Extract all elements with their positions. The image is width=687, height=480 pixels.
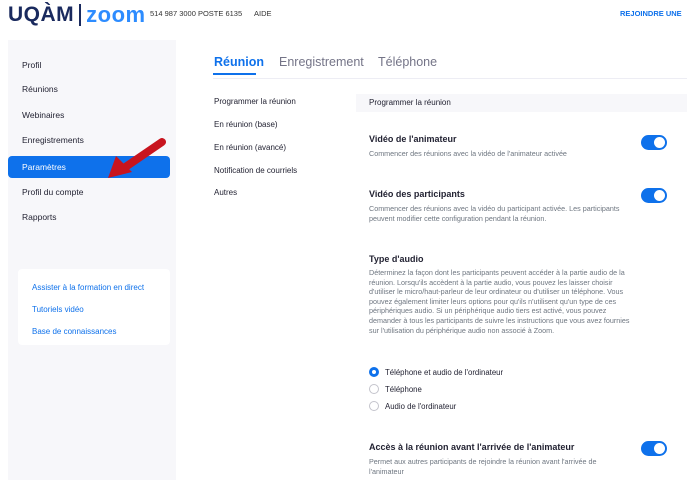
logo-uqam-text: UQÀM bbox=[8, 3, 75, 26]
radio-button[interactable] bbox=[369, 401, 379, 411]
toggle-knob bbox=[654, 137, 665, 148]
setting-desc-host-video: Commencer des réunions avec la vidéo de … bbox=[369, 149, 567, 158]
radio-option-telephone-et-ordinateur[interactable]: Téléphone et audio de l'ordinateur bbox=[369, 366, 503, 378]
live-training-link[interactable]: Assister à la formation en direct bbox=[32, 283, 144, 292]
setting-title-host-video: Vidéo de l'animateur bbox=[369, 134, 457, 144]
help-link[interactable]: AIDE bbox=[254, 9, 272, 18]
tabs-divider bbox=[213, 78, 687, 79]
red-arrow-annotation bbox=[108, 138, 166, 178]
submenu-programmer-la-reunion[interactable]: Programmer la réunion bbox=[214, 97, 296, 106]
sidebar-item-reunions[interactable]: Réunions bbox=[8, 78, 170, 100]
radio-label: Téléphone et audio de l'ordinateur bbox=[385, 367, 504, 377]
radio-option-telephone[interactable]: Téléphone bbox=[369, 383, 422, 395]
sidebar-item-webinaires[interactable]: Webinaires bbox=[8, 104, 170, 126]
sidebar-item-profil[interactable]: Profil bbox=[8, 54, 170, 76]
knowledge-base-link[interactable]: Base de connaissances bbox=[32, 327, 117, 336]
submenu-autres[interactable]: Autres bbox=[214, 188, 237, 197]
radio-option-audio-ordinateur[interactable]: Audio de l'ordinateur bbox=[369, 400, 456, 412]
setting-title-audio-type: Type d'audio bbox=[369, 254, 424, 264]
video-tutorials-link[interactable]: Tutoriels vidéo bbox=[32, 305, 84, 314]
join-meeting-link[interactable]: REJOINDRE UNE bbox=[620, 9, 682, 18]
participant-video-toggle[interactable] bbox=[641, 188, 667, 203]
submenu-notification-courriels[interactable]: Notification de courriels bbox=[214, 166, 297, 175]
setting-desc-audio-type: Déterminez la façon dont les participant… bbox=[369, 268, 630, 335]
join-before-host-toggle[interactable] bbox=[641, 441, 667, 456]
sidebar-item-profil-du-compte[interactable]: Profil du compte bbox=[8, 181, 170, 203]
setting-title-join-before-host: Accès à la réunion avant l'arrivée de l'… bbox=[369, 442, 575, 452]
radio-button[interactable] bbox=[369, 384, 379, 394]
logo-separator bbox=[79, 4, 82, 26]
top-bar: UQÀM zoom 514 987 3000 POSTE 6135 AIDE R… bbox=[0, 0, 687, 30]
setting-title-participant-video: Vidéo des participants bbox=[369, 189, 465, 199]
sidebar-item-rapports[interactable]: Rapports bbox=[8, 206, 170, 228]
submenu-en-reunion-avance[interactable]: En réunion (avancé) bbox=[214, 143, 286, 152]
tab-enregistrement[interactable]: Enregistrement bbox=[279, 55, 364, 69]
radio-label: Téléphone bbox=[385, 384, 422, 394]
section-header: Programmer la réunion bbox=[356, 94, 687, 112]
tab-reunion[interactable]: Réunion bbox=[214, 55, 264, 69]
logo-zoom-text: zoom bbox=[86, 2, 146, 27]
toggle-knob bbox=[654, 190, 665, 201]
radio-label: Audio de l'ordinateur bbox=[385, 401, 457, 411]
toggle-knob bbox=[654, 443, 665, 454]
host-video-toggle[interactable] bbox=[641, 135, 667, 150]
support-phone: 514 987 3000 POSTE 6135 bbox=[150, 9, 243, 18]
setting-desc-join-before-host: Permet aux autres participants de rejoin… bbox=[369, 457, 597, 476]
setting-desc-participant-video: Commencer des réunions avec la vidéo du … bbox=[369, 204, 620, 223]
submenu-en-reunion-base[interactable]: En réunion (base) bbox=[214, 120, 278, 129]
tab-telephone[interactable]: Téléphone bbox=[378, 55, 437, 69]
help-resources-box: Assister à la formation en direct Tutori… bbox=[18, 269, 170, 345]
radio-button-selected[interactable] bbox=[369, 367, 379, 377]
uqam-zoom-logo[interactable]: UQÀM zoom bbox=[8, 2, 146, 27]
active-tab-indicator bbox=[213, 73, 256, 75]
